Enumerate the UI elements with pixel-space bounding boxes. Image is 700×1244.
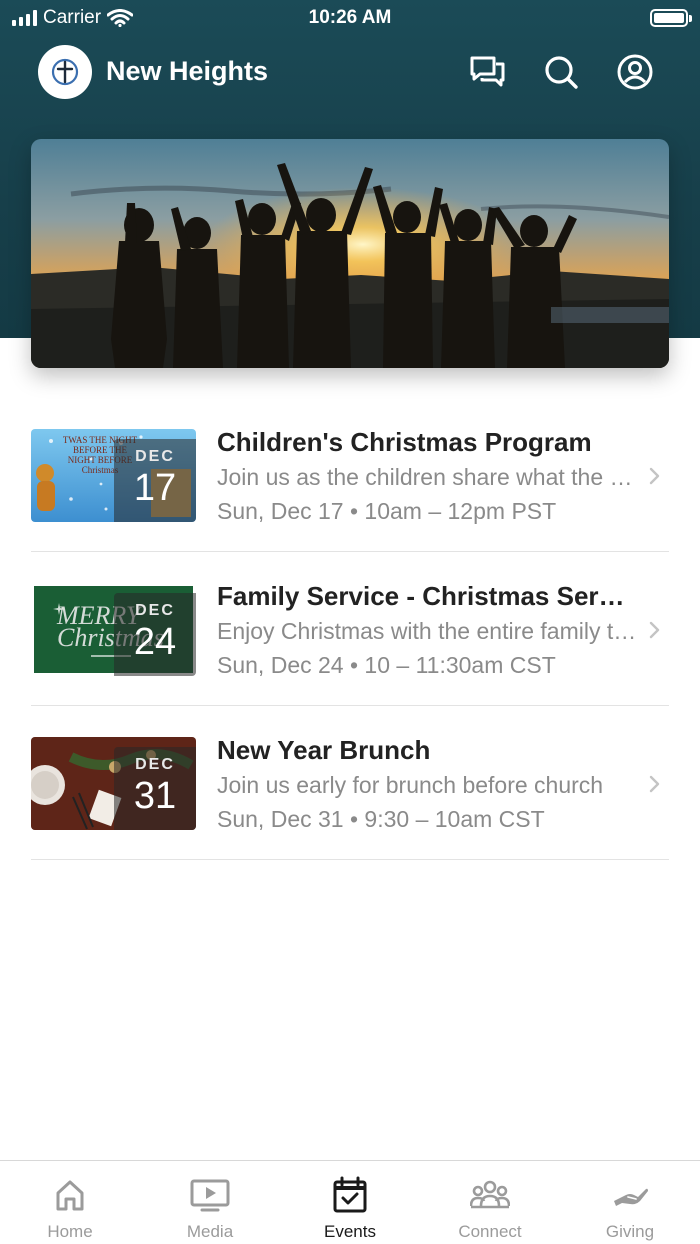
chevron-right-icon bbox=[649, 775, 660, 793]
date-badge: DEC 31 bbox=[114, 747, 196, 830]
event-title: Family Service - Christmas Service bbox=[217, 581, 637, 611]
media-icon bbox=[190, 1179, 230, 1212]
group-icon bbox=[470, 1180, 510, 1209]
tab-label: Home bbox=[47, 1222, 93, 1241]
event-time: Sun, Dec 24 • 10 – 11:30am CST bbox=[217, 652, 556, 678]
date-month: DEC bbox=[135, 602, 175, 619]
date-month: DEC bbox=[135, 448, 175, 465]
event-row[interactable]: TWAS THE NIGHT BEFORE THE NIGHT BEFORE C… bbox=[0, 398, 700, 552]
event-row[interactable]: DEC 31 New Year Brunch Join us early for… bbox=[0, 706, 700, 860]
tab-label: Giving bbox=[605, 1222, 655, 1241]
church-logo[interactable] bbox=[38, 45, 92, 99]
event-description: Join us as the children share what the t… bbox=[217, 464, 637, 490]
tab-events[interactable]: Events bbox=[280, 1161, 420, 1244]
tab-home[interactable]: Home bbox=[0, 1161, 140, 1244]
chevron-right-icon bbox=[649, 621, 660, 639]
app-header: New Heights bbox=[0, 42, 700, 102]
event-time: Sun, Dec 17 • 10am – 12pm PST bbox=[217, 498, 557, 524]
battery-icon bbox=[650, 9, 692, 27]
date-badge: DEC 17 bbox=[114, 439, 196, 522]
event-title: New Year Brunch bbox=[217, 735, 431, 765]
tab-media[interactable]: Media bbox=[140, 1161, 280, 1244]
app-title: New Heights bbox=[106, 56, 269, 86]
event-thumbnail: MERRY Christmas DEC 24 bbox=[31, 583, 196, 676]
home-icon bbox=[56, 1180, 84, 1211]
event-list: TWAS THE NIGHT BEFORE THE NIGHT BEFORE C… bbox=[0, 398, 700, 860]
giving-hand-icon bbox=[614, 1188, 648, 1206]
event-row[interactable]: MERRY Christmas DEC 24 Family Service - … bbox=[0, 552, 700, 706]
chat-icon[interactable] bbox=[467, 52, 507, 92]
hero-image[interactable] bbox=[31, 139, 669, 368]
chevron-right-icon bbox=[649, 467, 660, 485]
tab-label: Events bbox=[324, 1222, 376, 1241]
tab-label: Connect bbox=[458, 1222, 522, 1241]
tab-label: Media bbox=[186, 1222, 234, 1241]
status-time: 10:26 AM bbox=[308, 7, 392, 28]
date-day: 17 bbox=[133, 467, 177, 509]
date-day: 24 bbox=[133, 621, 177, 663]
profile-icon[interactable] bbox=[615, 52, 655, 92]
calendar-icon bbox=[333, 1176, 367, 1213]
cross-logo-icon bbox=[51, 58, 79, 86]
status-bar: Carrier 10:26 AM bbox=[0, 0, 700, 38]
event-description: Enjoy Christmas with the entire family t… bbox=[217, 618, 637, 644]
date-badge: DEC 24 bbox=[114, 593, 196, 676]
event-title: Children's Christmas Program bbox=[217, 427, 592, 457]
tab-giving[interactable]: Giving bbox=[560, 1161, 700, 1244]
event-thumbnail: TWAS THE NIGHT BEFORE THE NIGHT BEFORE C… bbox=[31, 429, 196, 522]
event-time: Sun, Dec 31 • 9:30 – 10am CST bbox=[217, 806, 545, 832]
tab-bar: Home Media Events Connect Giving bbox=[0, 1160, 700, 1244]
event-description: Join us early for brunch before church bbox=[217, 772, 604, 798]
divider bbox=[31, 859, 669, 860]
tab-connect[interactable]: Connect bbox=[420, 1161, 560, 1244]
date-month: DEC bbox=[135, 756, 175, 773]
search-icon[interactable] bbox=[541, 52, 581, 92]
event-thumbnail: DEC 31 bbox=[31, 737, 196, 830]
date-day: 31 bbox=[133, 775, 177, 817]
